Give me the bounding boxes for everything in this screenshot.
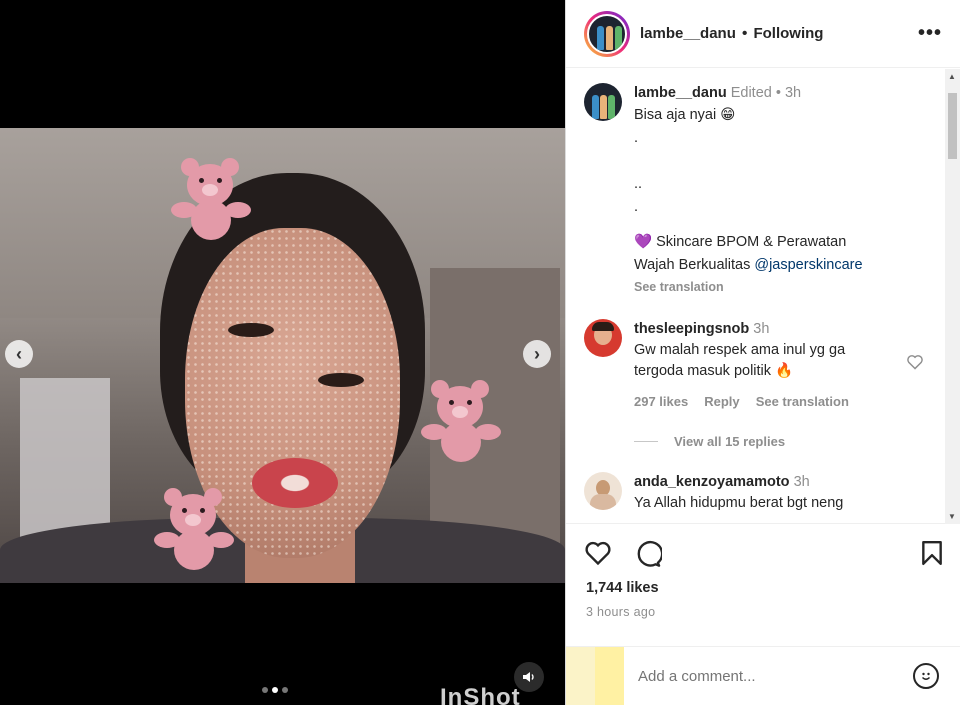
post-video[interactable] bbox=[0, 128, 565, 583]
caption-line: . bbox=[634, 199, 639, 215]
carousel-dot bbox=[262, 687, 268, 693]
add-comment-bar bbox=[566, 646, 960, 705]
comment-button[interactable] bbox=[634, 540, 664, 575]
user-thumbnail bbox=[566, 646, 624, 705]
caption-author-avatar[interactable] bbox=[584, 83, 622, 121]
see-translation-link[interactable]: See translation bbox=[756, 394, 849, 409]
bookmark-icon bbox=[922, 540, 942, 566]
caption-line: Bisa aja nyai 😁 bbox=[634, 107, 736, 123]
person-eye-left bbox=[228, 323, 274, 337]
author-username[interactable]: lambe__danu bbox=[640, 25, 736, 42]
scrollbar-thumb[interactable] bbox=[948, 93, 957, 159]
teddy-bear-sticker bbox=[415, 378, 505, 468]
heart-icon bbox=[585, 541, 611, 566]
post-actions bbox=[584, 538, 944, 572]
heart-outline-icon bbox=[907, 355, 923, 370]
scroll-down-arrow-icon[interactable]: ▼ bbox=[948, 512, 956, 521]
caption: lambe__danu Edited • 3h Bisa aja nyai 😁 … bbox=[584, 83, 863, 298]
speaker-icon bbox=[523, 672, 534, 682]
comment-item: anda_kenzoyamamoto 3h Ya Allah hidupmu b… bbox=[584, 472, 843, 514]
smiley-icon bbox=[922, 672, 930, 680]
scroll-up-arrow-icon[interactable]: ▲ bbox=[948, 72, 956, 81]
following-button[interactable]: Following bbox=[753, 25, 823, 42]
teddy-bear-sticker bbox=[165, 156, 255, 246]
comments-section[interactable]: lambe__danu Edited • 3h Bisa aja nyai 😁 … bbox=[566, 69, 946, 524]
comment-time[interactable]: 3h bbox=[794, 474, 810, 490]
save-button[interactable] bbox=[920, 540, 944, 573]
caption-line: . bbox=[634, 130, 639, 146]
like-button[interactable] bbox=[584, 540, 612, 573]
caption-line: .. bbox=[634, 176, 643, 192]
separator-dot: • bbox=[741, 24, 748, 42]
comment-time[interactable]: 3h bbox=[753, 321, 769, 337]
commenter-username[interactable]: anda_kenzoyamamoto bbox=[634, 474, 790, 490]
more-horizontal-icon: ••• bbox=[917, 22, 942, 44]
likes-count[interactable]: 1,744 likes bbox=[586, 580, 659, 596]
reply-button[interactable]: Reply bbox=[704, 394, 739, 409]
comment-text: Ya Allah hidupmu berat bgt neng bbox=[634, 495, 844, 511]
person-eye-right bbox=[318, 373, 364, 387]
comment-likes[interactable]: 297 likes bbox=[634, 394, 688, 409]
commenter-username[interactable]: thesleepingsnob bbox=[634, 321, 749, 337]
previous-media-button[interactable]: ‹ bbox=[5, 340, 33, 368]
edited-label: Edited bbox=[730, 85, 772, 101]
chevron-right-icon: › bbox=[534, 343, 540, 364]
caption-promo-line: Skincare BPOM & Perawatan bbox=[656, 234, 847, 250]
post-details-panel: lambe__danu • Following ••• lambe__danu … bbox=[565, 0, 960, 705]
emoji-button[interactable] bbox=[913, 663, 939, 689]
video-watermark: InShot bbox=[440, 684, 521, 705]
view-replies-button[interactable]: View all 15 replies bbox=[674, 431, 785, 452]
mention-link[interactable]: @jasperskincare bbox=[754, 257, 862, 273]
like-comment-button[interactable] bbox=[906, 354, 924, 375]
caption-promo-line: Wajah Berkualitas bbox=[634, 257, 751, 273]
commenter-avatar[interactable] bbox=[584, 472, 622, 510]
post-timestamp[interactable]: 3 hours ago bbox=[586, 605, 655, 619]
comment-text: tergoda masuk politik 🔥 bbox=[634, 363, 794, 379]
see-translation-link[interactable]: See translation bbox=[634, 277, 863, 298]
teddy-bear-sticker bbox=[148, 486, 238, 576]
comment-item: thesleepingsnob 3h Gw malah respek ama i… bbox=[584, 319, 849, 452]
person-lips bbox=[252, 458, 338, 508]
comments-scrollbar[interactable]: ▲ ▼ bbox=[945, 69, 960, 524]
caption-author[interactable]: lambe__danu bbox=[634, 85, 727, 101]
caption-line bbox=[634, 150, 863, 173]
carousel-indicator bbox=[262, 687, 288, 693]
more-options-button[interactable]: ••• bbox=[918, 22, 942, 45]
comment-icon bbox=[637, 540, 664, 567]
next-media-button[interactable]: › bbox=[523, 340, 551, 368]
post-header: lambe__danu • Following ••• bbox=[566, 0, 960, 68]
purple-heart-emoji: 💜 bbox=[634, 234, 653, 250]
comment-input[interactable] bbox=[638, 667, 888, 685]
caption-time[interactable]: 3h bbox=[785, 85, 801, 101]
comment-text: Gw malah respek ama inul yg ga bbox=[634, 342, 846, 358]
carousel-dot-active bbox=[272, 687, 278, 693]
carousel-dot bbox=[282, 687, 288, 693]
chevron-left-icon: ‹ bbox=[16, 343, 22, 364]
post-media: ‹ › InShot bbox=[0, 0, 565, 705]
commenter-avatar[interactable] bbox=[584, 319, 622, 357]
author-avatar[interactable] bbox=[584, 10, 630, 57]
